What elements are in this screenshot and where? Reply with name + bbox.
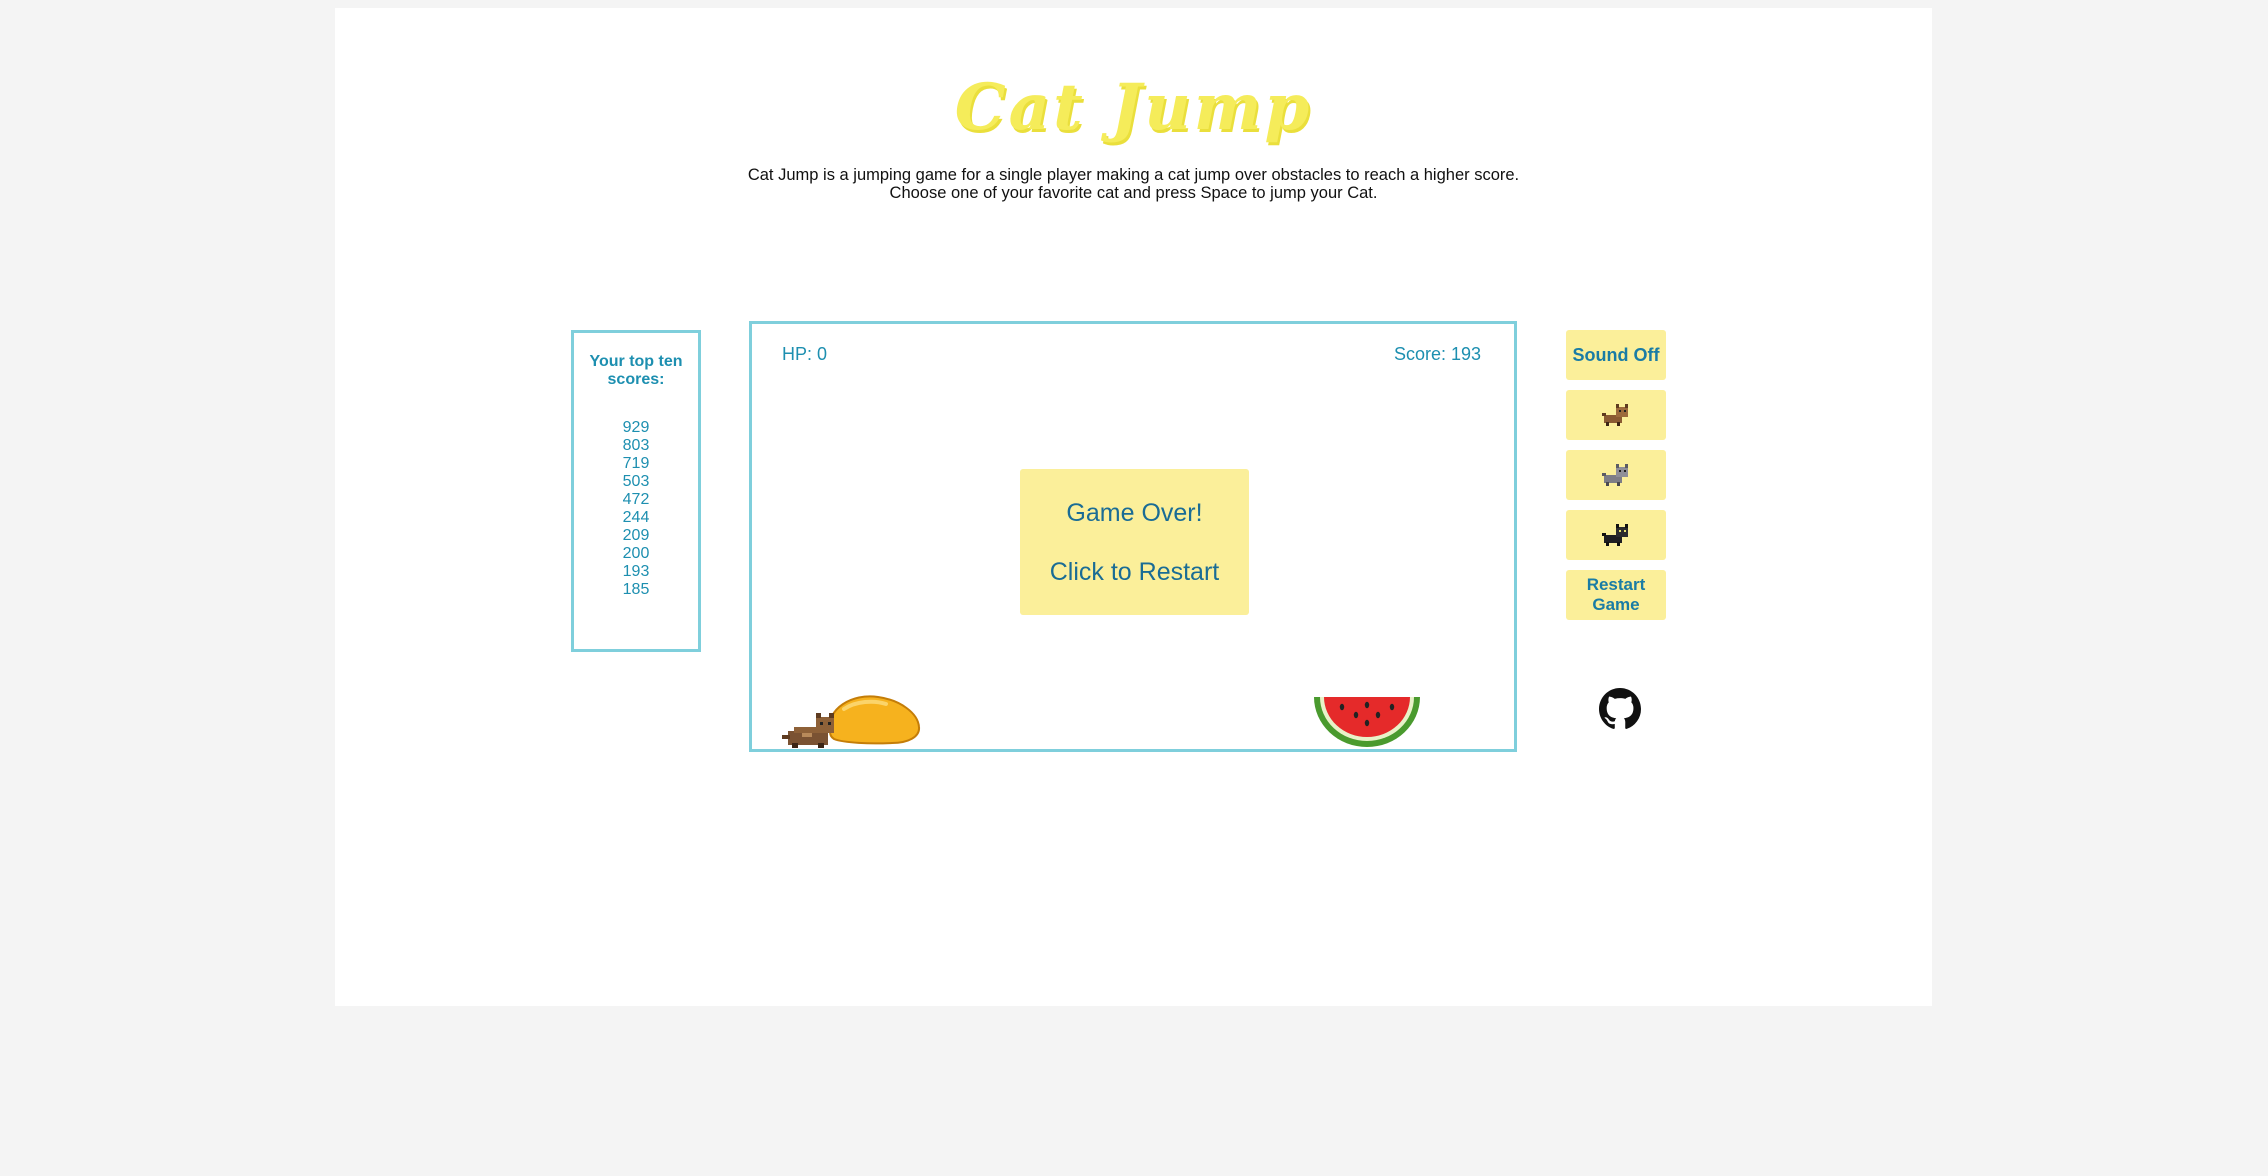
gray-cat-icon bbox=[1602, 464, 1628, 486]
game-over-text: Game Over! bbox=[1066, 499, 1203, 527]
select-black-cat-button[interactable] bbox=[1566, 510, 1666, 560]
watermelon-obstacle-icon bbox=[1314, 697, 1420, 747]
sound-toggle-button[interactable]: Sound Off bbox=[1566, 330, 1666, 380]
score-item: 193 bbox=[622, 563, 650, 580]
description-line-1: Cat Jump is a jumping game for a single … bbox=[747, 166, 1520, 184]
player-cat-icon bbox=[782, 713, 834, 748]
restart-game-button[interactable]: Restart Game bbox=[1566, 570, 1666, 620]
hp-display: HP: 0 bbox=[782, 344, 828, 364]
game-description: Cat Jump is a jumping game for a single … bbox=[335, 166, 1932, 202]
top-scores-title: Your top ten scores: bbox=[589, 353, 683, 388]
description-line-2: Choose one of your favorite cat and pres… bbox=[889, 184, 1378, 202]
github-icon[interactable] bbox=[1599, 688, 1641, 730]
score-item: 929 bbox=[622, 419, 650, 436]
score-item: 200 bbox=[622, 545, 650, 562]
score-item: 719 bbox=[622, 455, 650, 472]
score-item: 209 bbox=[622, 527, 650, 544]
click-to-restart-text[interactable]: Click to Restart bbox=[1020, 558, 1249, 587]
score-item: 803 bbox=[622, 437, 650, 454]
black-cat-icon bbox=[1602, 524, 1628, 546]
score-display: Score: 193 bbox=[1393, 344, 1481, 364]
score-item: 244 bbox=[622, 509, 650, 526]
score-item: 472 bbox=[622, 491, 650, 508]
restart-label-line-1: Restart bbox=[1586, 575, 1646, 594]
top-scores-list: 929 803 719 503 472 244 209 200 193 185 bbox=[574, 419, 698, 599]
score-item: 185 bbox=[622, 581, 650, 598]
game-over-overlay[interactable]: Game Over! Click to Restart bbox=[1020, 469, 1249, 615]
game-canvas[interactable]: HP: 0 Score: 193 Game Over! Click to Res… bbox=[749, 321, 1517, 752]
top-scores-panel: Your top ten scores: 929 803 719 503 472… bbox=[571, 330, 701, 652]
select-gray-cat-button[interactable] bbox=[1566, 450, 1666, 500]
score-item: 503 bbox=[622, 473, 650, 490]
restart-label-line-2: Game bbox=[1592, 595, 1640, 614]
select-brown-cat-button[interactable] bbox=[1566, 390, 1666, 440]
game-title: Cat Jump bbox=[954, 70, 1313, 145]
brown-cat-icon bbox=[1602, 404, 1628, 426]
page-container: Cat Jump Cat Jump is a jumping game for … bbox=[335, 8, 1932, 1006]
